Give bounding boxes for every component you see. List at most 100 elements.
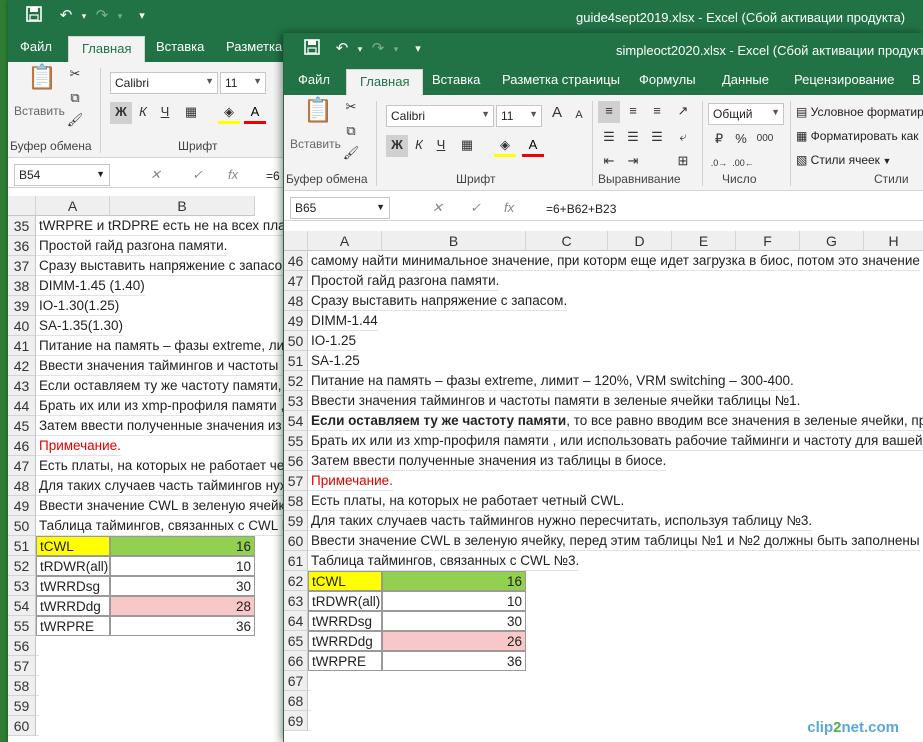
save-icon[interactable]: [302, 39, 322, 59]
row-header[interactable]: 60: [284, 531, 308, 551]
sheet-cell[interactable]: Брать их или из xmp-профиля памяти , или…: [308, 431, 923, 451]
tab-insert[interactable]: Вставка: [432, 72, 480, 87]
row-header[interactable]: 63: [284, 591, 308, 611]
merge-cells-icon[interactable]: ⊞: [672, 151, 694, 173]
borders-icon[interactable]: ▦: [456, 135, 478, 157]
insert-function-icon[interactable]: fx: [228, 167, 238, 182]
sheet-cell[interactable]: SA-1.35(1.30): [36, 316, 124, 336]
sheet-cell[interactable]: tWRPRE и tRDPRE есть не на всех платах: [36, 216, 306, 236]
table-cell[interactable]: tCWL: [36, 536, 110, 556]
table-cell[interactable]: tRDWR(all): [36, 556, 110, 576]
sheet-cell[interactable]: [308, 711, 311, 731]
undo-icon[interactable]: ↶: [332, 39, 352, 59]
row-header[interactable]: 54: [8, 596, 36, 616]
align-center-icon[interactable]: ☰: [622, 127, 644, 149]
sheet-cell[interactable]: DIMM-1.44: [308, 311, 378, 331]
sheet-cell[interactable]: IO-1.25: [308, 331, 357, 351]
row-header[interactable]: 55: [8, 616, 36, 636]
row-header[interactable]: 37: [8, 256, 36, 276]
table-cell[interactable]: 30: [110, 576, 255, 596]
row-header[interactable]: 46: [284, 251, 308, 271]
row-header[interactable]: 43: [8, 376, 36, 396]
sheet-grid[interactable]: A B C D E F G H 46 самому найти минимальное значе…: [284, 231, 923, 742]
row-header[interactable]: 51: [8, 536, 36, 556]
sheet-cell[interactable]: Примечание.: [308, 471, 393, 491]
column-header[interactable]: A: [36, 196, 110, 216]
sheet-cell[interactable]: DIMM-1.45 (1.40): [36, 276, 145, 296]
row-header[interactable]: 41: [8, 336, 36, 356]
row-header[interactable]: 39: [8, 296, 36, 316]
sheet-cell[interactable]: [36, 696, 39, 716]
percent-icon[interactable]: %: [730, 129, 752, 151]
row-header[interactable]: 49: [8, 496, 36, 516]
table-cell[interactable]: 16: [382, 571, 526, 591]
row-header[interactable]: 52: [8, 556, 36, 576]
sheet-cell[interactable]: Ввести значения таймингов и частоты па: [36, 356, 297, 376]
sheet-cell[interactable]: Есть платы, на которых не работает четн: [36, 456, 298, 476]
wrap-text-icon[interactable]: ⤶: [672, 127, 694, 149]
orientation-icon[interactable]: ↗: [672, 101, 694, 123]
cell-styles-button[interactable]: ▧ Стили ячеек ▼: [796, 153, 891, 167]
column-header[interactable]: B: [110, 196, 255, 216]
format-painter-icon[interactable]: 🖌: [340, 143, 362, 165]
table-cell[interactable]: tRDWR(all): [308, 591, 382, 611]
table-cell[interactable]: 28: [110, 596, 255, 616]
paste-button[interactable]: Вставить: [14, 104, 65, 118]
customize-qat-icon[interactable]: ▾: [408, 39, 428, 59]
table-cell[interactable]: 36: [382, 651, 526, 671]
row-header[interactable]: 59: [284, 511, 308, 531]
font-size-combo[interactable]: 11 ▼: [496, 105, 542, 127]
align-bottom-icon[interactable]: ≡: [646, 101, 668, 123]
sheet-cell[interactable]: [36, 716, 39, 736]
decrease-indent-icon[interactable]: ⇤: [598, 151, 620, 173]
tab-file[interactable]: Файл: [298, 72, 330, 87]
cut-icon[interactable]: ✂: [64, 64, 86, 86]
row-header[interactable]: 53: [284, 391, 308, 411]
redo-icon[interactable]: ↷: [368, 39, 388, 59]
sheet-cell[interactable]: Сразу выставить напряжение с запасом.: [308, 291, 568, 311]
sheet-cell[interactable]: Питание на память – фазы extreme, лимит …: [308, 371, 794, 391]
bold-button[interactable]: Ж: [110, 102, 132, 124]
row-header[interactable]: 40: [8, 316, 36, 336]
fill-color-icon[interactable]: ◈: [494, 135, 516, 157]
undo-dropdown-icon[interactable]: ▾: [350, 39, 370, 59]
underline-button[interactable]: Ч: [154, 102, 176, 124]
row-header[interactable]: 53: [8, 576, 36, 596]
row-header[interactable]: 58: [8, 676, 36, 696]
tab-home[interactable]: Главная: [346, 69, 424, 95]
row-header[interactable]: 67: [284, 671, 308, 691]
enter-icon[interactable]: ✓: [470, 200, 481, 216]
increase-font-icon[interactable]: A: [546, 103, 568, 125]
table-cell[interactable]: 26: [382, 631, 526, 651]
sheet-cell[interactable]: [308, 691, 311, 711]
row-header[interactable]: 68: [284, 691, 308, 711]
row-header[interactable]: 57: [284, 471, 308, 491]
format-painter-icon[interactable]: 🖌: [64, 110, 86, 132]
currency-icon[interactable]: ₽: [708, 129, 730, 151]
row-header[interactable]: 66: [284, 651, 308, 671]
sheet-cell[interactable]: [36, 636, 39, 656]
row-header[interactable]: 36: [8, 236, 36, 256]
table-cell[interactable]: 16: [110, 536, 255, 556]
undo-dropdown-icon[interactable]: ▾: [74, 6, 94, 26]
redo-dropdown-icon[interactable]: ▾: [110, 6, 130, 26]
select-all-corner[interactable]: [284, 231, 308, 251]
row-header[interactable]: 48: [284, 291, 308, 311]
column-header[interactable]: E: [672, 231, 736, 251]
copy-icon[interactable]: ⧉: [340, 121, 362, 143]
row-header[interactable]: 55: [284, 431, 308, 451]
row-header[interactable]: 44: [8, 396, 36, 416]
tab-review[interactable]: Рецензирование: [794, 72, 894, 87]
table-cell[interactable]: tWRRDdg: [36, 596, 110, 616]
row-header[interactable]: 46: [8, 436, 36, 456]
decrease-font-icon[interactable]: A: [568, 105, 590, 127]
insert-function-icon[interactable]: fx: [504, 200, 514, 215]
paste-icon[interactable]: 📋: [302, 99, 334, 133]
bold-button[interactable]: Ж: [386, 135, 408, 157]
font-name-combo[interactable]: Calibri ▼: [386, 105, 494, 127]
sheet-cell[interactable]: Есть платы, на которых не работает четны…: [308, 491, 625, 511]
column-header[interactable]: B: [382, 231, 526, 251]
row-header[interactable]: 59: [8, 696, 36, 716]
row-header[interactable]: 57: [8, 656, 36, 676]
increase-indent-icon[interactable]: ⇥: [622, 151, 644, 173]
